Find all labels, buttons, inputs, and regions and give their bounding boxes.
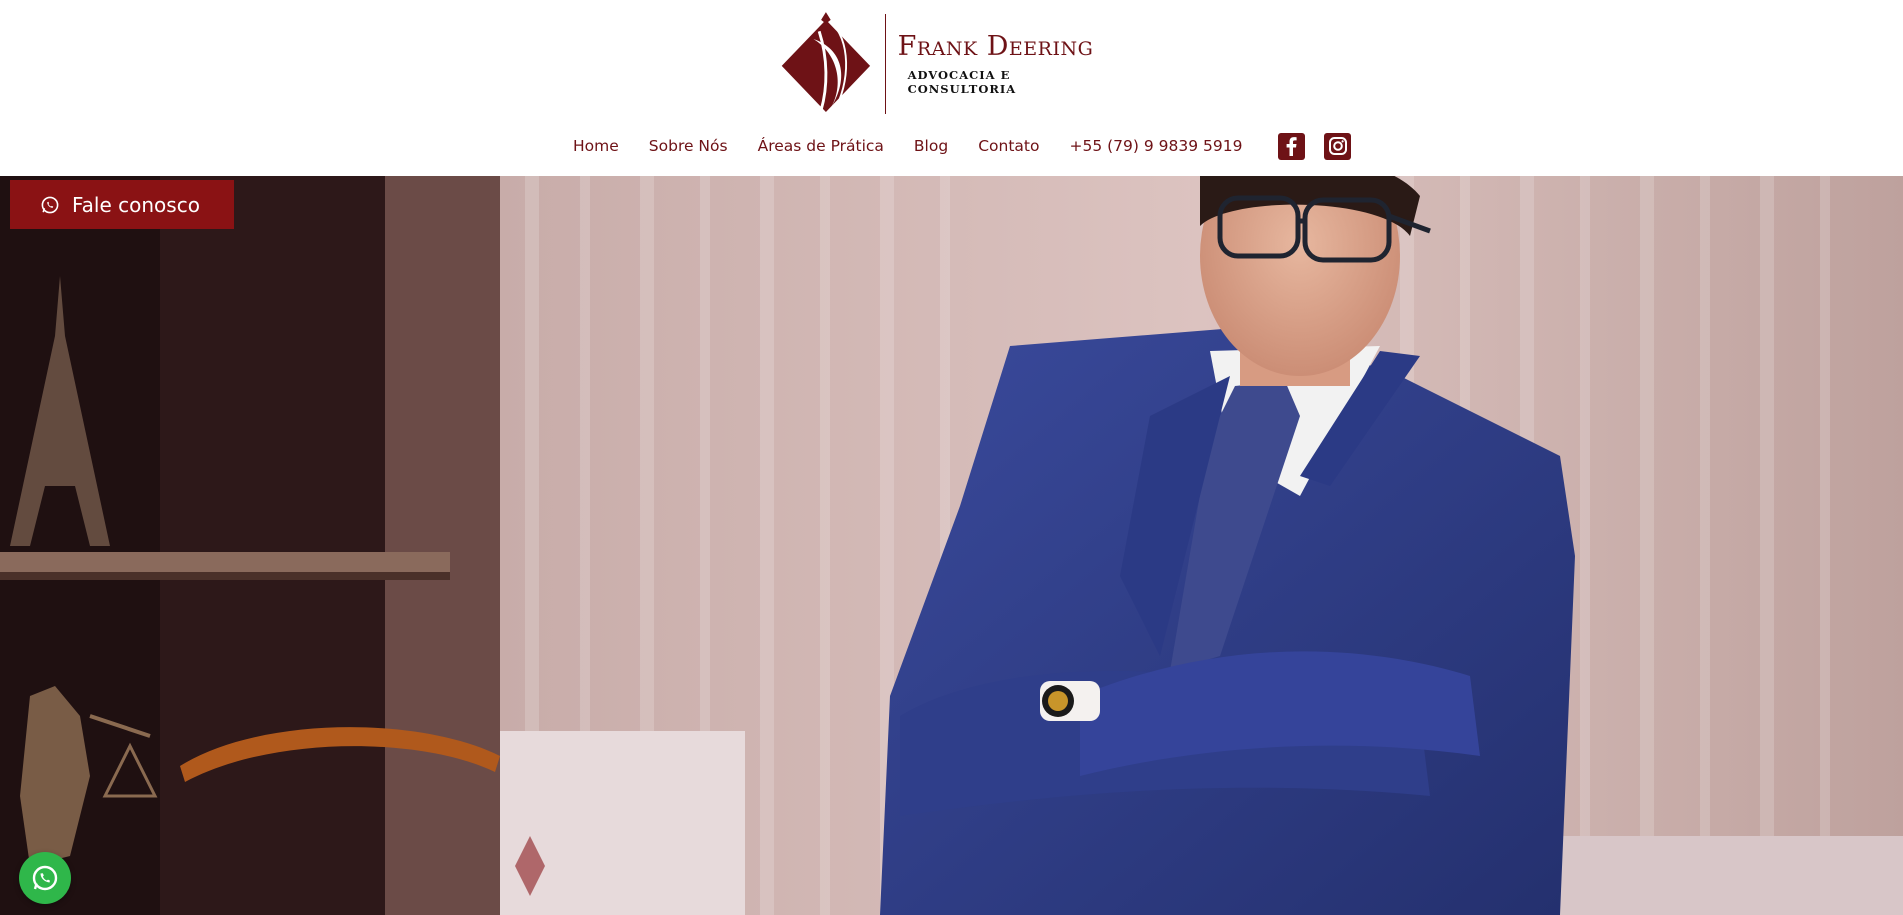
whatsapp-float-button[interactable] <box>19 852 71 904</box>
logo-mark-icon <box>781 12 871 115</box>
brand-tagline: ADVOCACIA E CONSULTORIA <box>907 68 1017 96</box>
nav-sobre-nos[interactable]: Sobre Nós <box>649 137 728 155</box>
brand-name: Frank Deering <box>897 31 1094 62</box>
logo-divider <box>884 14 886 114</box>
whatsapp-icon <box>32 865 58 891</box>
nav-areas-de-pratica[interactable]: Áreas de Prática <box>758 137 884 155</box>
hero-section: Fale conosco <box>0 176 1903 915</box>
whatsapp-icon <box>41 196 59 213</box>
contact-us-button[interactable]: Fale conosco <box>10 180 234 229</box>
instagram-icon[interactable] <box>1324 132 1352 160</box>
site-header: Frank Deering ADVOCACIA E CONSULTORIA Ho… <box>0 0 1903 176</box>
brand-logo[interactable]: Frank Deering ADVOCACIA E CONSULTORIA <box>775 8 1115 120</box>
facebook-icon[interactable] <box>1278 132 1306 160</box>
hero-photo <box>0 176 1903 915</box>
logo-text: Frank Deering ADVOCACIA E CONSULTORIA <box>897 31 1115 97</box>
nav-blog[interactable]: Blog <box>914 137 948 155</box>
nav-contato[interactable]: Contato <box>978 137 1039 155</box>
main-nav: Home Sobre Nós Áreas de Prática Blog Con… <box>573 130 1370 162</box>
nav-phone-link[interactable]: +55 (79) 9 9839 5919 <box>1069 137 1242 155</box>
contact-us-label: Fale conosco <box>72 192 200 217</box>
nav-home[interactable]: Home <box>573 137 619 155</box>
